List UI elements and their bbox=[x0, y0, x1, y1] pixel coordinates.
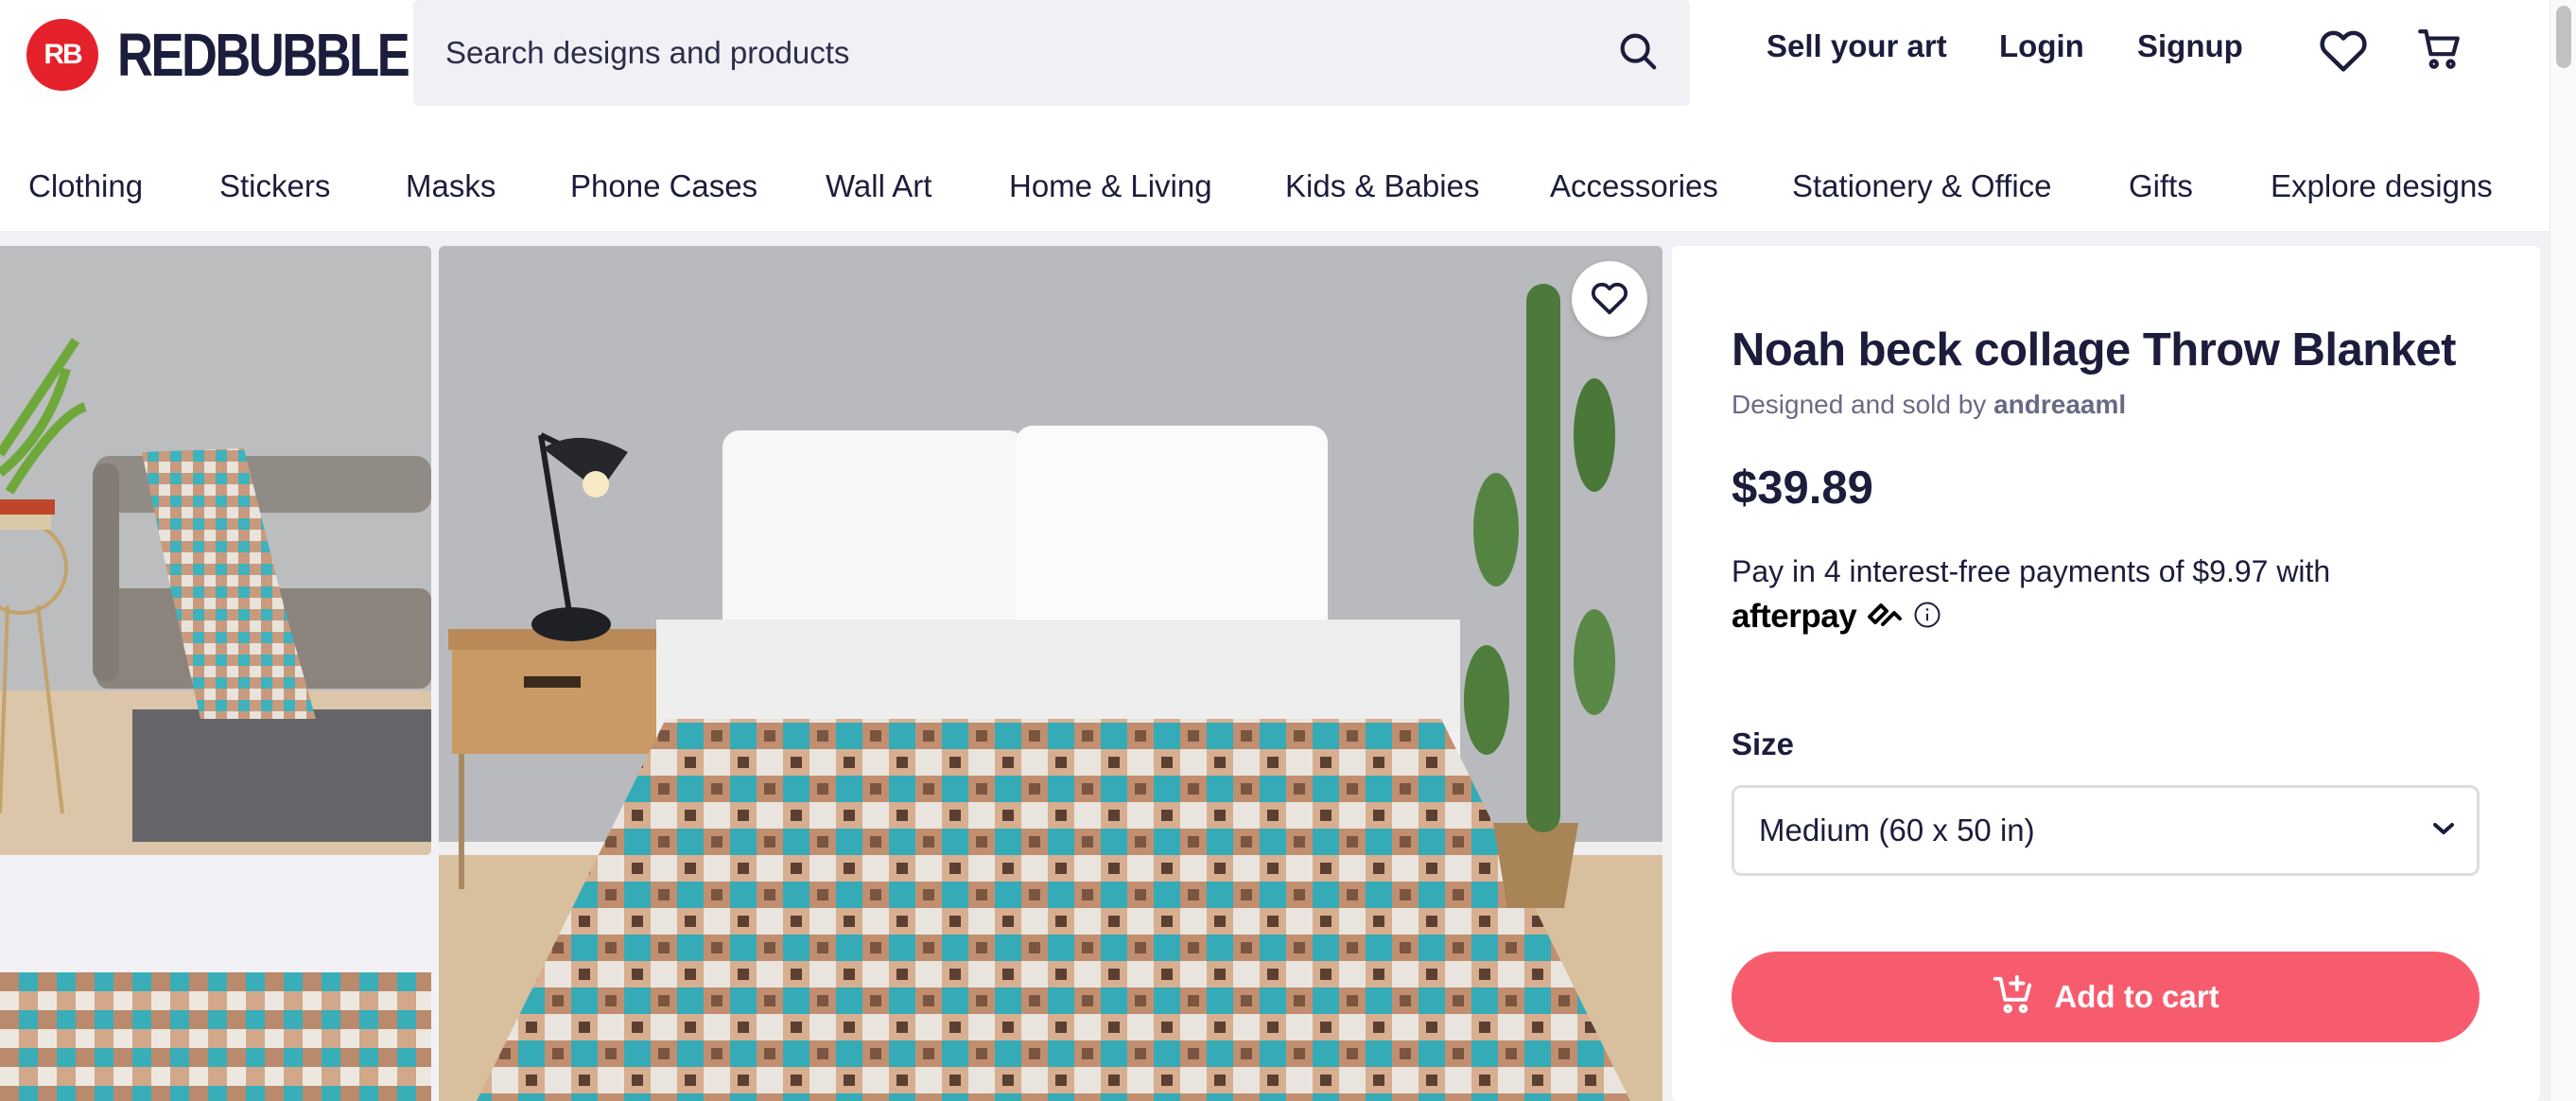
nav-accessories[interactable]: Accessories bbox=[1550, 168, 1718, 204]
info-icon[interactable] bbox=[1913, 601, 1941, 634]
cart-icon bbox=[2416, 26, 2463, 78]
search-bar bbox=[413, 0, 1690, 106]
search-button[interactable] bbox=[1586, 0, 1690, 106]
size-select[interactable]: Medium (60 x 50 in) bbox=[1732, 785, 2480, 876]
heart-icon bbox=[2318, 26, 2369, 78]
product-price: $39.89 bbox=[1732, 463, 1873, 514]
afterpay-arrows-icon bbox=[1866, 600, 1904, 635]
add-to-favorites-button[interactable] bbox=[1572, 261, 1647, 337]
search-input[interactable] bbox=[413, 0, 1586, 106]
installment-text: Pay in 4 interest-free payments of $9.97… bbox=[1732, 554, 2331, 588]
nav-kids-babies[interactable]: Kids & Babies bbox=[1285, 168, 1479, 204]
nav-gifts[interactable]: Gifts bbox=[2129, 168, 2193, 204]
nav-explore-designs[interactable]: Explore designs bbox=[2271, 168, 2493, 204]
designed-by-label: Designed and sold by bbox=[1732, 390, 1987, 419]
nav-masks[interactable]: Masks bbox=[406, 168, 496, 204]
heart-icon bbox=[1590, 279, 1629, 320]
scrollbar-thumb[interactable] bbox=[2556, 6, 2571, 68]
nav-home-living[interactable]: Home & Living bbox=[1009, 168, 1212, 204]
afterpay-logo: afterpay bbox=[1732, 598, 1857, 635]
nav-phone-cases[interactable]: Phone Cases bbox=[570, 168, 757, 204]
search-icon bbox=[1616, 29, 1660, 78]
signup-link[interactable]: Signup bbox=[2137, 28, 2243, 64]
artist-link[interactable]: andreaaml bbox=[1993, 390, 2126, 419]
size-selected-value: Medium (60 x 50 in) bbox=[1759, 813, 2035, 848]
cart-button[interactable] bbox=[2413, 25, 2466, 78]
redbubble-logo[interactable]: RB REDBUBBLE bbox=[26, 19, 472, 91]
sell-your-art-link[interactable]: Sell your art bbox=[1767, 28, 1947, 64]
nav-clothing[interactable]: Clothing bbox=[28, 168, 143, 204]
thumbnail-pattern[interactable] bbox=[0, 972, 431, 1101]
main-product-image[interactable] bbox=[439, 246, 1662, 1101]
nav-stickers[interactable]: Stickers bbox=[219, 168, 330, 204]
afterpay-line: afterpay bbox=[1732, 598, 1941, 636]
page-scrollbar[interactable] bbox=[2550, 0, 2576, 1101]
thumbnail-sofa[interactable] bbox=[0, 246, 431, 855]
product-title: Noah beck collage Throw Blanket bbox=[1732, 324, 2456, 376]
logo-wordmark: REDBUBBLE bbox=[117, 21, 410, 89]
favorites-button[interactable] bbox=[2317, 25, 2370, 78]
category-nav: Clothing Stickers Masks Phone Cases Wall… bbox=[0, 142, 2550, 231]
nav-wall-art[interactable]: Wall Art bbox=[826, 168, 931, 204]
nav-stationery-office[interactable]: Stationery & Office bbox=[1792, 168, 2052, 204]
logo-mark: RB bbox=[26, 19, 98, 91]
add-to-cart-label: Add to cart bbox=[2054, 979, 2219, 1014]
site-header: RB REDBUBBLE Sell your art Login Signup bbox=[0, 0, 2550, 142]
designer-line: Designed and sold by andreaaml bbox=[1732, 390, 2126, 420]
size-label: Size bbox=[1732, 726, 1795, 761]
nav-divider bbox=[0, 231, 2550, 246]
cart-plus-icon bbox=[1992, 973, 2035, 1022]
add-to-cart-button[interactable]: Add to cart bbox=[1732, 952, 2480, 1042]
login-link[interactable]: Login bbox=[1999, 28, 2084, 64]
chevron-down-icon bbox=[2431, 820, 2456, 842]
